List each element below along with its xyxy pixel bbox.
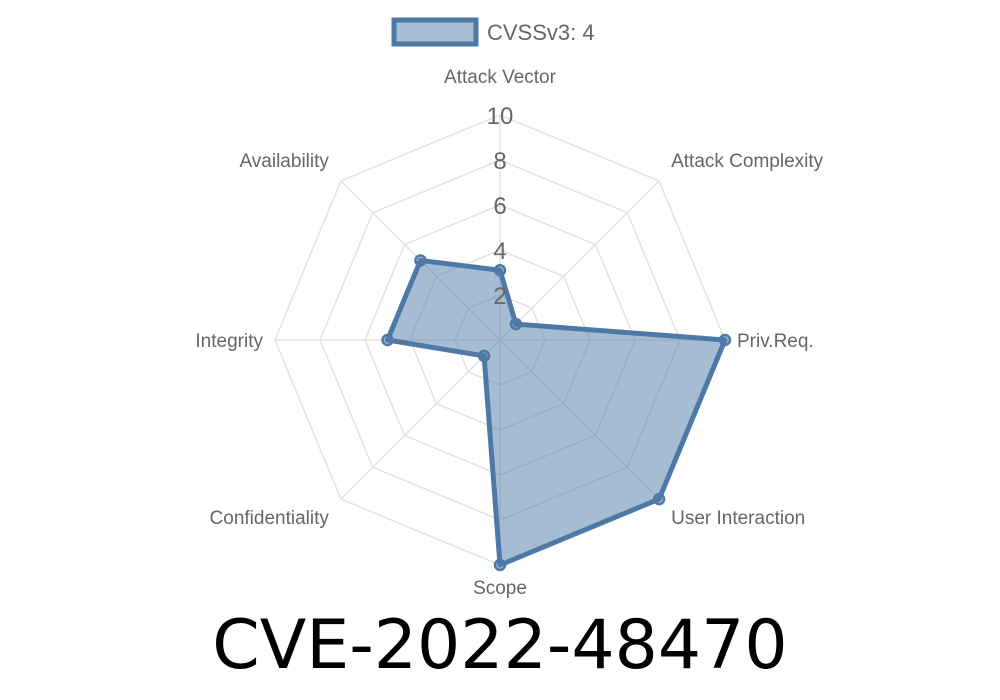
axis-label: Availability — [239, 151, 329, 172]
axis-label: Attack Vector — [444, 67, 557, 88]
radar-chart: 2 4 6 8 10 Attack Vector Attack Complexity Pri… — [195, 17, 824, 599]
data-point[interactable] — [652, 492, 666, 506]
data-point[interactable] — [381, 333, 394, 347]
axis-label: Scope — [473, 578, 527, 599]
axis-label: Attack Complexity — [671, 151, 824, 172]
data-point[interactable] — [493, 558, 507, 572]
legend[interactable]: CVSSv3: 4 — [391, 17, 595, 47]
tick-label: 2 — [493, 283, 506, 310]
data-point[interactable] — [509, 317, 523, 331]
cve-title: CVE-2022-48470 — [212, 606, 788, 685]
tick-label: 4 — [493, 238, 506, 265]
tick-label: 8 — [493, 148, 506, 175]
data-point[interactable] — [477, 349, 491, 363]
legend-label[interactable]: CVSSv3: 4 — [487, 20, 595, 45]
tick-label: 10 — [487, 103, 514, 130]
axis-label: Priv.Req. — [737, 331, 814, 352]
axis-label: Integrity — [195, 331, 263, 352]
axis-label: User Interaction — [671, 508, 805, 529]
axis-label: Confidentiality — [210, 508, 330, 529]
legend-swatch[interactable] — [391, 17, 479, 47]
tick-label: 6 — [493, 193, 506, 220]
data-point[interactable] — [493, 264, 507, 277]
data-point[interactable] — [414, 254, 427, 267]
data-point[interactable] — [718, 333, 732, 347]
